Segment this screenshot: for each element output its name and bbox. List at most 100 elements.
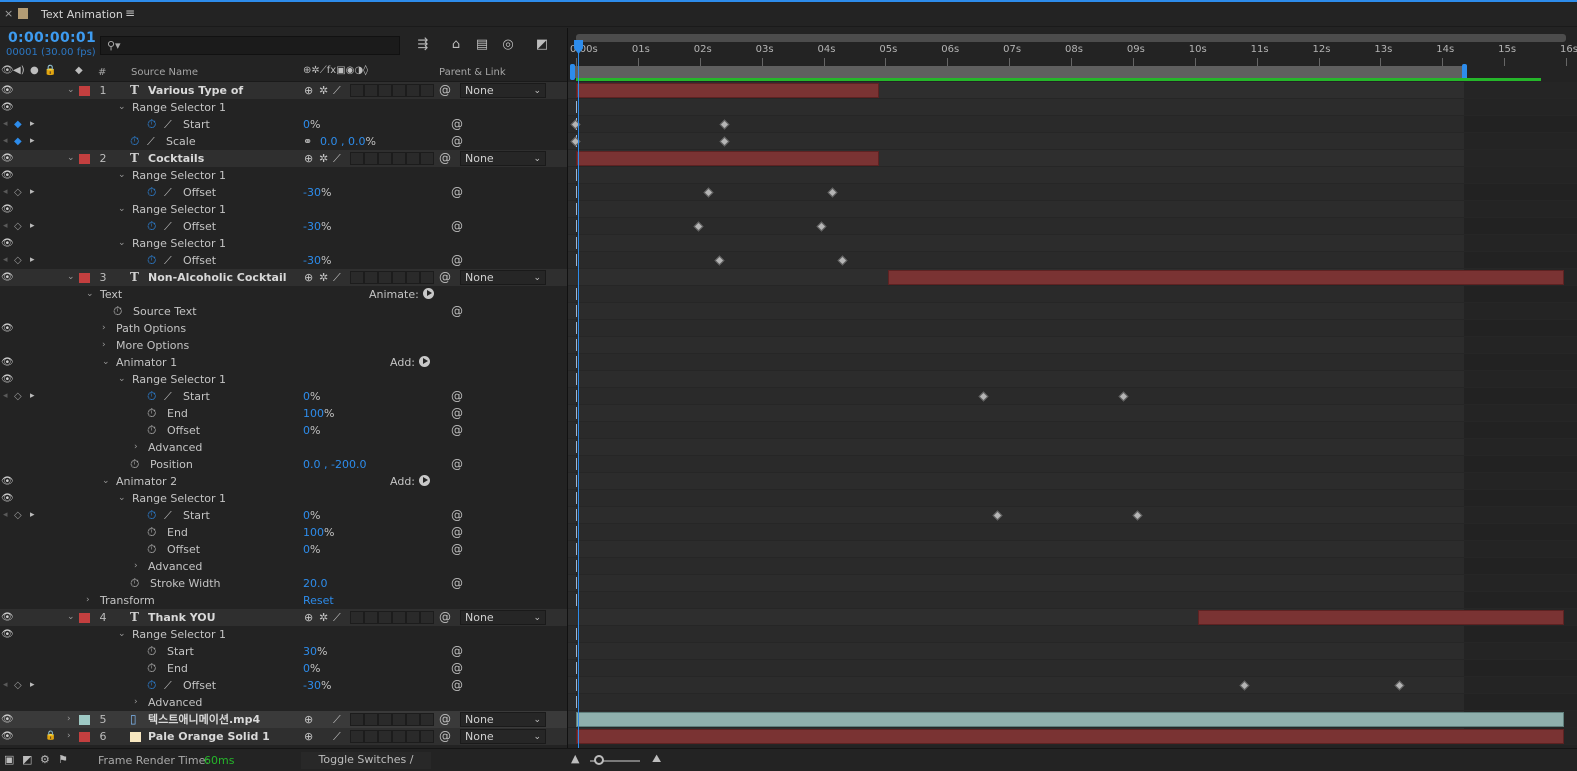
stopwatch-icon[interactable]: ⏱ bbox=[113, 303, 122, 320]
next-keyframe-icon[interactable]: ▸ bbox=[30, 133, 35, 150]
add-keyframe-icon[interactable]: ◇ bbox=[14, 184, 22, 201]
switch-box[interactable] bbox=[392, 271, 406, 284]
quality-switch-icon[interactable]: ⟋ bbox=[333, 269, 341, 286]
shy-switch-icon[interactable]: ⊕ bbox=[304, 150, 313, 167]
graph-toggle-icon[interactable]: ⟋ bbox=[164, 116, 172, 133]
collapse-arrow-icon[interactable]: ⌄ bbox=[67, 150, 75, 167]
layer-duration-bar[interactable] bbox=[576, 729, 1564, 744]
expand-arrow-icon[interactable]: › bbox=[102, 320, 106, 337]
stopwatch-icon[interactable]: ⏱ bbox=[147, 541, 156, 558]
pickwhip-icon[interactable]: @ bbox=[439, 609, 451, 626]
stopwatch-icon[interactable]: ⏱ bbox=[147, 388, 156, 405]
property-value[interactable]: -30% bbox=[303, 218, 331, 235]
visibility-eye-icon[interactable]: 👁 bbox=[1, 167, 14, 184]
parent-dropdown[interactable]: None ⌄ bbox=[460, 270, 546, 285]
stopwatch-icon[interactable]: ⏱ bbox=[147, 252, 156, 269]
switch-box[interactable] bbox=[378, 271, 392, 284]
layer-label-color[interactable] bbox=[79, 732, 90, 742]
property-row[interactable]: ⏱ Offset 0% @ bbox=[0, 541, 567, 558]
add-keyframe-icon[interactable]: ◇ bbox=[14, 388, 22, 405]
property-row[interactable]: ◂ ◇ ▸ ⏱ ⟋ Offset -30% @ bbox=[0, 218, 567, 235]
time-navigator-bar[interactable] bbox=[576, 34, 1566, 42]
layer-name[interactable]: Pale Orange Solid 1 bbox=[148, 728, 270, 745]
keyframe-marker[interactable] bbox=[1118, 391, 1129, 402]
graph-toggle-icon[interactable]: ⟋ bbox=[164, 388, 172, 405]
stopwatch-icon[interactable]: ⏱ bbox=[147, 507, 156, 524]
shy-switch-icon[interactable]: ⊕ bbox=[304, 711, 313, 728]
zoom-slider-knob[interactable] bbox=[594, 755, 604, 765]
visibility-eye-icon[interactable]: 👁 bbox=[1, 235, 14, 252]
stopwatch-icon[interactable]: ⏱ bbox=[130, 456, 139, 473]
switch-box[interactable] bbox=[392, 84, 406, 97]
reset-link[interactable]: Reset bbox=[303, 592, 334, 609]
hide-shy-layers-icon[interactable]: ▤ bbox=[473, 36, 491, 54]
pickwhip-icon[interactable]: @ bbox=[439, 269, 451, 286]
stopwatch-icon[interactable]: ⏱ bbox=[147, 422, 156, 439]
expand-arrow-icon[interactable]: › bbox=[134, 694, 138, 711]
graph-toggle-icon[interactable]: ⟋ bbox=[164, 677, 172, 694]
property-value[interactable]: 0% bbox=[303, 422, 320, 439]
collapse-arrow-icon[interactable]: ⌄ bbox=[67, 609, 75, 626]
keyframe-marker[interactable] bbox=[992, 510, 1003, 521]
keyframe-marker[interactable] bbox=[827, 187, 838, 198]
stopwatch-icon[interactable]: ⏱ bbox=[147, 660, 156, 677]
layer-name[interactable]: Various Type of bbox=[148, 82, 243, 99]
next-keyframe-icon[interactable]: ▸ bbox=[30, 116, 35, 133]
switch-box[interactable] bbox=[420, 152, 434, 165]
collapse-arrow-icon[interactable]: ⌄ bbox=[86, 286, 94, 303]
collapse-arrow-icon[interactable]: ⌄ bbox=[102, 473, 110, 490]
property-value[interactable]: 0% bbox=[303, 388, 320, 405]
expression-pickwhip-icon[interactable]: @ bbox=[451, 218, 463, 235]
switch-box[interactable] bbox=[420, 271, 434, 284]
layer-duration-bar[interactable] bbox=[576, 83, 880, 98]
prev-keyframe-icon[interactable]: ◂ bbox=[3, 133, 8, 150]
switch-box[interactable] bbox=[350, 152, 364, 165]
property-row[interactable]: ◂ ◇ ▸ ⏱ ⟋ Offset -30% @ bbox=[0, 184, 567, 201]
property-value[interactable]: 100% bbox=[303, 524, 334, 541]
switch-box[interactable] bbox=[420, 611, 434, 624]
property-value[interactable]: 100% bbox=[303, 405, 334, 422]
switch-box[interactable] bbox=[364, 271, 378, 284]
layer-duration-bar[interactable] bbox=[1197, 610, 1564, 625]
visibility-eye-icon[interactable]: 👁 bbox=[1, 201, 14, 218]
expression-pickwhip-icon[interactable]: @ bbox=[451, 252, 463, 269]
collapse-switch-icon[interactable]: ✲ bbox=[319, 269, 328, 286]
collapse-switch-icon[interactable]: ✲ bbox=[319, 609, 328, 626]
property-group-row[interactable]: 👁 ⌄ Animator 1 Add: bbox=[0, 354, 567, 371]
stopwatch-icon[interactable]: ⏱ bbox=[130, 575, 139, 592]
property-value[interactable]: 0.0 , 0.0% bbox=[320, 133, 376, 150]
parent-link-column-header[interactable]: Parent & Link bbox=[439, 67, 506, 78]
layer-name[interactable]: 텍스트애니메이션.mp4 bbox=[148, 711, 260, 728]
property-row[interactable]: ⏱ Source Text @ bbox=[0, 303, 567, 320]
property-value[interactable]: 0% bbox=[303, 541, 320, 558]
collapse-arrow-icon[interactable]: ⌄ bbox=[118, 490, 126, 507]
switch-box[interactable] bbox=[392, 713, 406, 726]
expression-pickwhip-icon[interactable]: @ bbox=[451, 388, 463, 405]
switch-box[interactable] bbox=[392, 730, 406, 743]
comp-mini-flowchart-icon[interactable]: ⇶ bbox=[414, 36, 432, 54]
layer-row[interactable]: 👁 ⌄ 3 T Non-Alcoholic Cocktail ⊕ ✲ ⟋ @ None ⌄ bbox=[0, 269, 567, 286]
switch-box[interactable] bbox=[406, 84, 420, 97]
visibility-eye-icon[interactable]: 👁 bbox=[1, 82, 14, 99]
layer-row[interactable]: 👁 ⌄ 2 T Cocktails ⊕ ✲ ⟋ @ None ⌄ bbox=[0, 150, 567, 167]
next-keyframe-icon[interactable]: ▸ bbox=[30, 388, 35, 405]
expression-pickwhip-icon[interactable]: @ bbox=[451, 422, 463, 439]
current-timecode[interactable]: 0:00:00:01 bbox=[8, 30, 96, 46]
add-keyframe-icon[interactable]: ◆ bbox=[14, 116, 22, 133]
layer-label-color[interactable] bbox=[79, 154, 90, 164]
switch-box[interactable] bbox=[406, 152, 420, 165]
property-value[interactable]: -30% bbox=[303, 677, 331, 694]
property-group-row[interactable]: › More Options bbox=[0, 337, 567, 354]
layer-name[interactable]: Non-Alcoholic Cocktail bbox=[148, 269, 287, 286]
expand-arrow-icon[interactable]: › bbox=[67, 728, 71, 745]
layer-search-input[interactable]: ⚲▾ bbox=[100, 36, 400, 55]
switch-box[interactable] bbox=[406, 713, 420, 726]
switch-box[interactable] bbox=[392, 152, 406, 165]
switch-box[interactable] bbox=[350, 271, 364, 284]
switch-box[interactable] bbox=[364, 611, 378, 624]
visibility-eye-icon[interactable]: 👁 bbox=[1, 711, 14, 728]
switch-box[interactable] bbox=[350, 730, 364, 743]
property-row[interactable]: ◂ ◆ ▸ ⏱ ⟋ Start 0% @ bbox=[0, 116, 567, 133]
property-group-row[interactable]: 👁 ⌄ Range Selector 1 bbox=[0, 626, 567, 643]
in-out-toggle-icon[interactable]: ⚙ bbox=[40, 753, 50, 766]
